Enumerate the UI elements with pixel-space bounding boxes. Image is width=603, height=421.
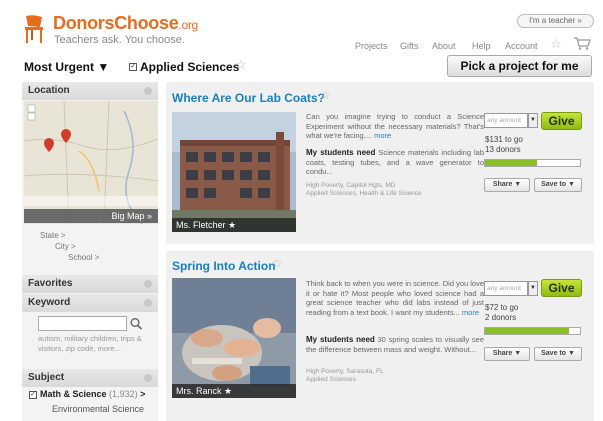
subject-item-label: Math & Science — [40, 389, 107, 399]
poverty-location: High Poverty, Sarasota, FL — [306, 368, 384, 375]
project-subjects: Applied Sciences, Health & Life Science — [306, 190, 422, 197]
project-summary: Can you imagine trying to conduct a Scie… — [306, 112, 484, 141]
subject-filter-label: Applied Sciences — [140, 60, 240, 74]
project-photo[interactable]: Ms. Fletcher ★ — [172, 112, 296, 232]
need-label: My students need — [306, 335, 375, 344]
project-card: Spring Into Action ☆ Mrs. Ranck ★ Think … — [166, 251, 594, 421]
state-link[interactable]: State > — [40, 231, 66, 240]
favorites-title: Favorites — [28, 278, 73, 289]
cart-icon[interactable] — [573, 36, 591, 50]
amount-dropdown-icon[interactable]: ▼ — [528, 281, 538, 296]
project-subjects: Applied Sciences — [306, 376, 356, 383]
nav-account[interactable]: Account — [505, 41, 538, 51]
donor-count: 13 donors — [485, 145, 521, 154]
sort-dropdown[interactable]: Most Urgent ▼ — [24, 60, 109, 74]
funding-progress-bar — [484, 159, 581, 167]
keyword-hint: autism, military children, trips & visit… — [38, 334, 142, 353]
donor-count: 2 donors — [485, 313, 517, 322]
more-link[interactable]: more — [374, 131, 391, 140]
progress-fill — [485, 328, 569, 334]
keyword-title: Keyword — [28, 297, 71, 308]
school-building-image — [172, 112, 296, 232]
project-need: My students need 30 spring scales to vis… — [306, 335, 484, 354]
summary-text: Think back to when you were in science. … — [306, 279, 485, 317]
subject-title: Subject — [28, 372, 65, 383]
collapse-icon[interactable] — [144, 374, 152, 382]
project-summary: Think back to when you were in science. … — [306, 279, 484, 317]
big-map-button[interactable]: Big Map » — [24, 209, 158, 223]
favorite-star-icon[interactable]: ☆ — [320, 88, 331, 102]
nav-projects[interactable]: Projects — [355, 41, 388, 51]
give-button[interactable]: Give — [541, 112, 582, 130]
teacher-name[interactable]: Mrs. Ranck ★ — [172, 384, 296, 398]
more-link[interactable]: more — [462, 308, 479, 317]
save-to-button[interactable]: Save to ▼ — [534, 178, 582, 192]
collapse-icon[interactable] — [144, 280, 152, 288]
pick-project-button[interactable]: Pick a project for me — [447, 55, 592, 77]
funding-progress-bar — [484, 327, 581, 335]
subject-item-math-science[interactable]: Math & Science (1,932) > — [40, 389, 145, 399]
star-icon[interactable]: ☆ — [550, 36, 562, 52]
teacher-button[interactable]: I'm a teacher » — [517, 14, 594, 28]
give-button[interactable]: Give — [541, 279, 582, 297]
map-graphic — [24, 101, 158, 224]
nav-about[interactable]: About — [432, 41, 456, 51]
favorite-filter-star-icon[interactable]: ☆ — [235, 57, 247, 73]
city-link[interactable]: City > — [55, 242, 76, 251]
subject-item-environmental-science[interactable]: Environmental Science — [52, 404, 144, 414]
brand-name: DonorsChoose — [53, 13, 179, 33]
poverty-location: High Poverty, Capitol Hgts, MD — [306, 182, 396, 189]
favorites-header[interactable]: Favorites — [22, 275, 158, 293]
location-title: Location — [28, 85, 70, 96]
favorite-star-icon[interactable]: ☆ — [272, 256, 283, 270]
share-button[interactable]: Share ▼ — [484, 178, 530, 192]
subject-item-count: (1,932) — [109, 389, 138, 399]
chair-logo-icon[interactable] — [22, 14, 46, 44]
keyword-input[interactable] — [38, 316, 127, 331]
students-hands-image — [172, 278, 296, 398]
teacher-name[interactable]: Ms. Fletcher ★ — [172, 218, 296, 232]
brand-logo[interactable]: DonorsChoose.org — [53, 13, 198, 34]
project-need: My students need Science materials inclu… — [306, 148, 484, 177]
need-label: My students need — [306, 148, 376, 157]
school-link[interactable]: School > — [68, 253, 99, 262]
expand-arrow[interactable]: > — [140, 389, 145, 399]
amount-to-go: $131 to go — [485, 135, 523, 144]
search-icon[interactable] — [129, 316, 143, 331]
save-to-button[interactable]: Save to ▼ — [534, 347, 582, 361]
amount-dropdown-icon[interactable]: ▼ — [528, 113, 538, 128]
keyword-header[interactable]: Keyword — [22, 294, 158, 312]
project-photo[interactable]: Mrs. Ranck ★ — [172, 278, 296, 398]
amount-input[interactable]: any amount — [484, 113, 528, 128]
collapse-icon[interactable] — [144, 299, 152, 307]
math-science-checkbox[interactable]: ✓ — [29, 391, 37, 399]
summary-text: Can you imagine trying to conduct a Scie… — [306, 112, 484, 140]
location-header[interactable]: Location — [22, 82, 158, 100]
applied-sciences-checkbox[interactable]: ✓ — [129, 63, 137, 71]
tagline: Teachers ask. You choose. — [54, 34, 185, 46]
collapse-icon[interactable] — [144, 87, 152, 95]
project-title[interactable]: Where Are Our Lab Coats? — [172, 91, 325, 105]
brand-suffix: .org — [178, 18, 198, 32]
amount-to-go: $72 to go — [485, 303, 519, 312]
project-title[interactable]: Spring Into Action — [172, 259, 276, 273]
nav-gifts[interactable]: Gifts — [400, 41, 419, 51]
share-button[interactable]: Share ▼ — [484, 347, 530, 361]
amount-input[interactable]: any amount — [484, 281, 528, 296]
nav-help[interactable]: Help — [472, 41, 491, 51]
progress-fill — [485, 160, 538, 166]
subject-header[interactable]: Subject — [22, 369, 158, 387]
location-map[interactable] — [24, 101, 158, 224]
project-card: Where Are Our Lab Coats? ☆ Ms. Fletcher … — [166, 82, 594, 244]
